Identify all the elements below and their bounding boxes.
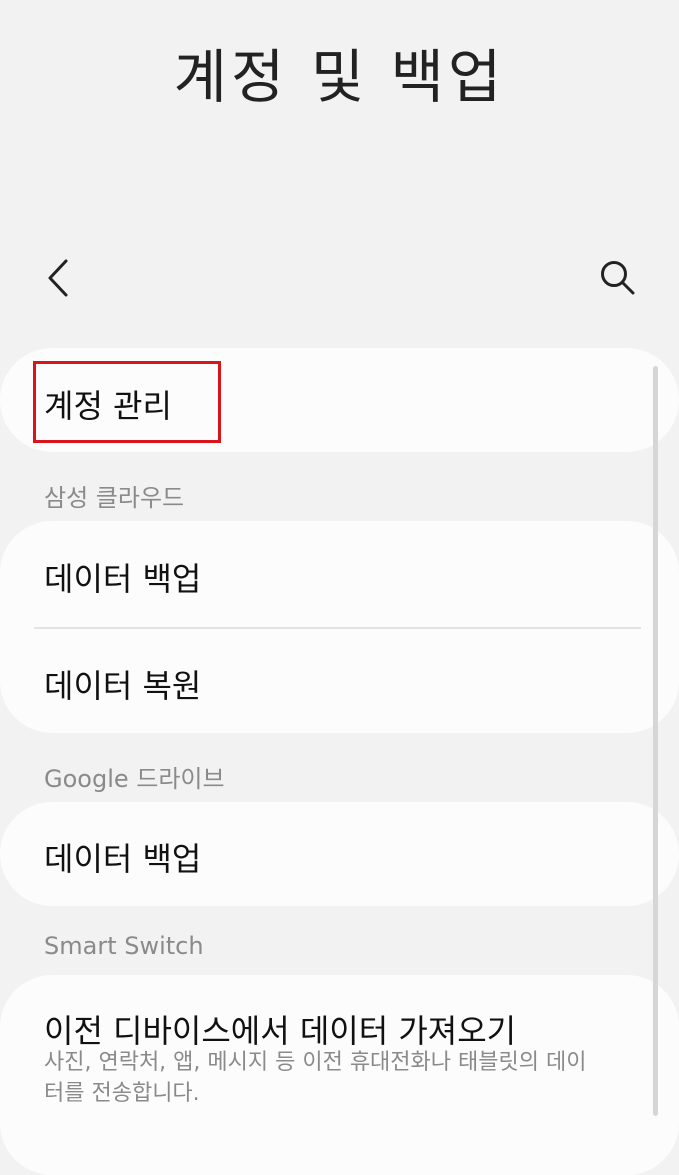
smart-switch-import-description: 사진, 연락처, 앱, 메시지 등 이전 휴대전화나 태블릿의 데이터를 전송합… xyxy=(44,1050,587,1106)
divider xyxy=(34,627,641,629)
section-header-google-drive: Google 드라이브 xyxy=(44,765,225,793)
section-header-samsung-cloud: 삼성 클라우드 xyxy=(44,484,185,512)
search-icon xyxy=(601,261,635,295)
back-button[interactable] xyxy=(36,256,80,300)
highlight-box xyxy=(33,361,221,443)
smart-switch-import-item[interactable]: 이전 디바이스에서 데이터 가져오기 xyxy=(44,1006,639,1052)
section-header-smart-switch: Smart Switch xyxy=(44,932,204,960)
google-drive-backup-item[interactable]: 데이터 백업 xyxy=(44,834,639,880)
samsung-cloud-backup-item[interactable]: 데이터 백업 xyxy=(44,554,639,600)
chevron-left-icon xyxy=(48,259,68,297)
search-button[interactable] xyxy=(596,256,640,300)
page-title: 계정 및 백업 xyxy=(173,43,506,111)
samsung-cloud-restore-item[interactable]: 데이터 복원 xyxy=(44,661,639,707)
scrollbar[interactable] xyxy=(653,366,658,1116)
